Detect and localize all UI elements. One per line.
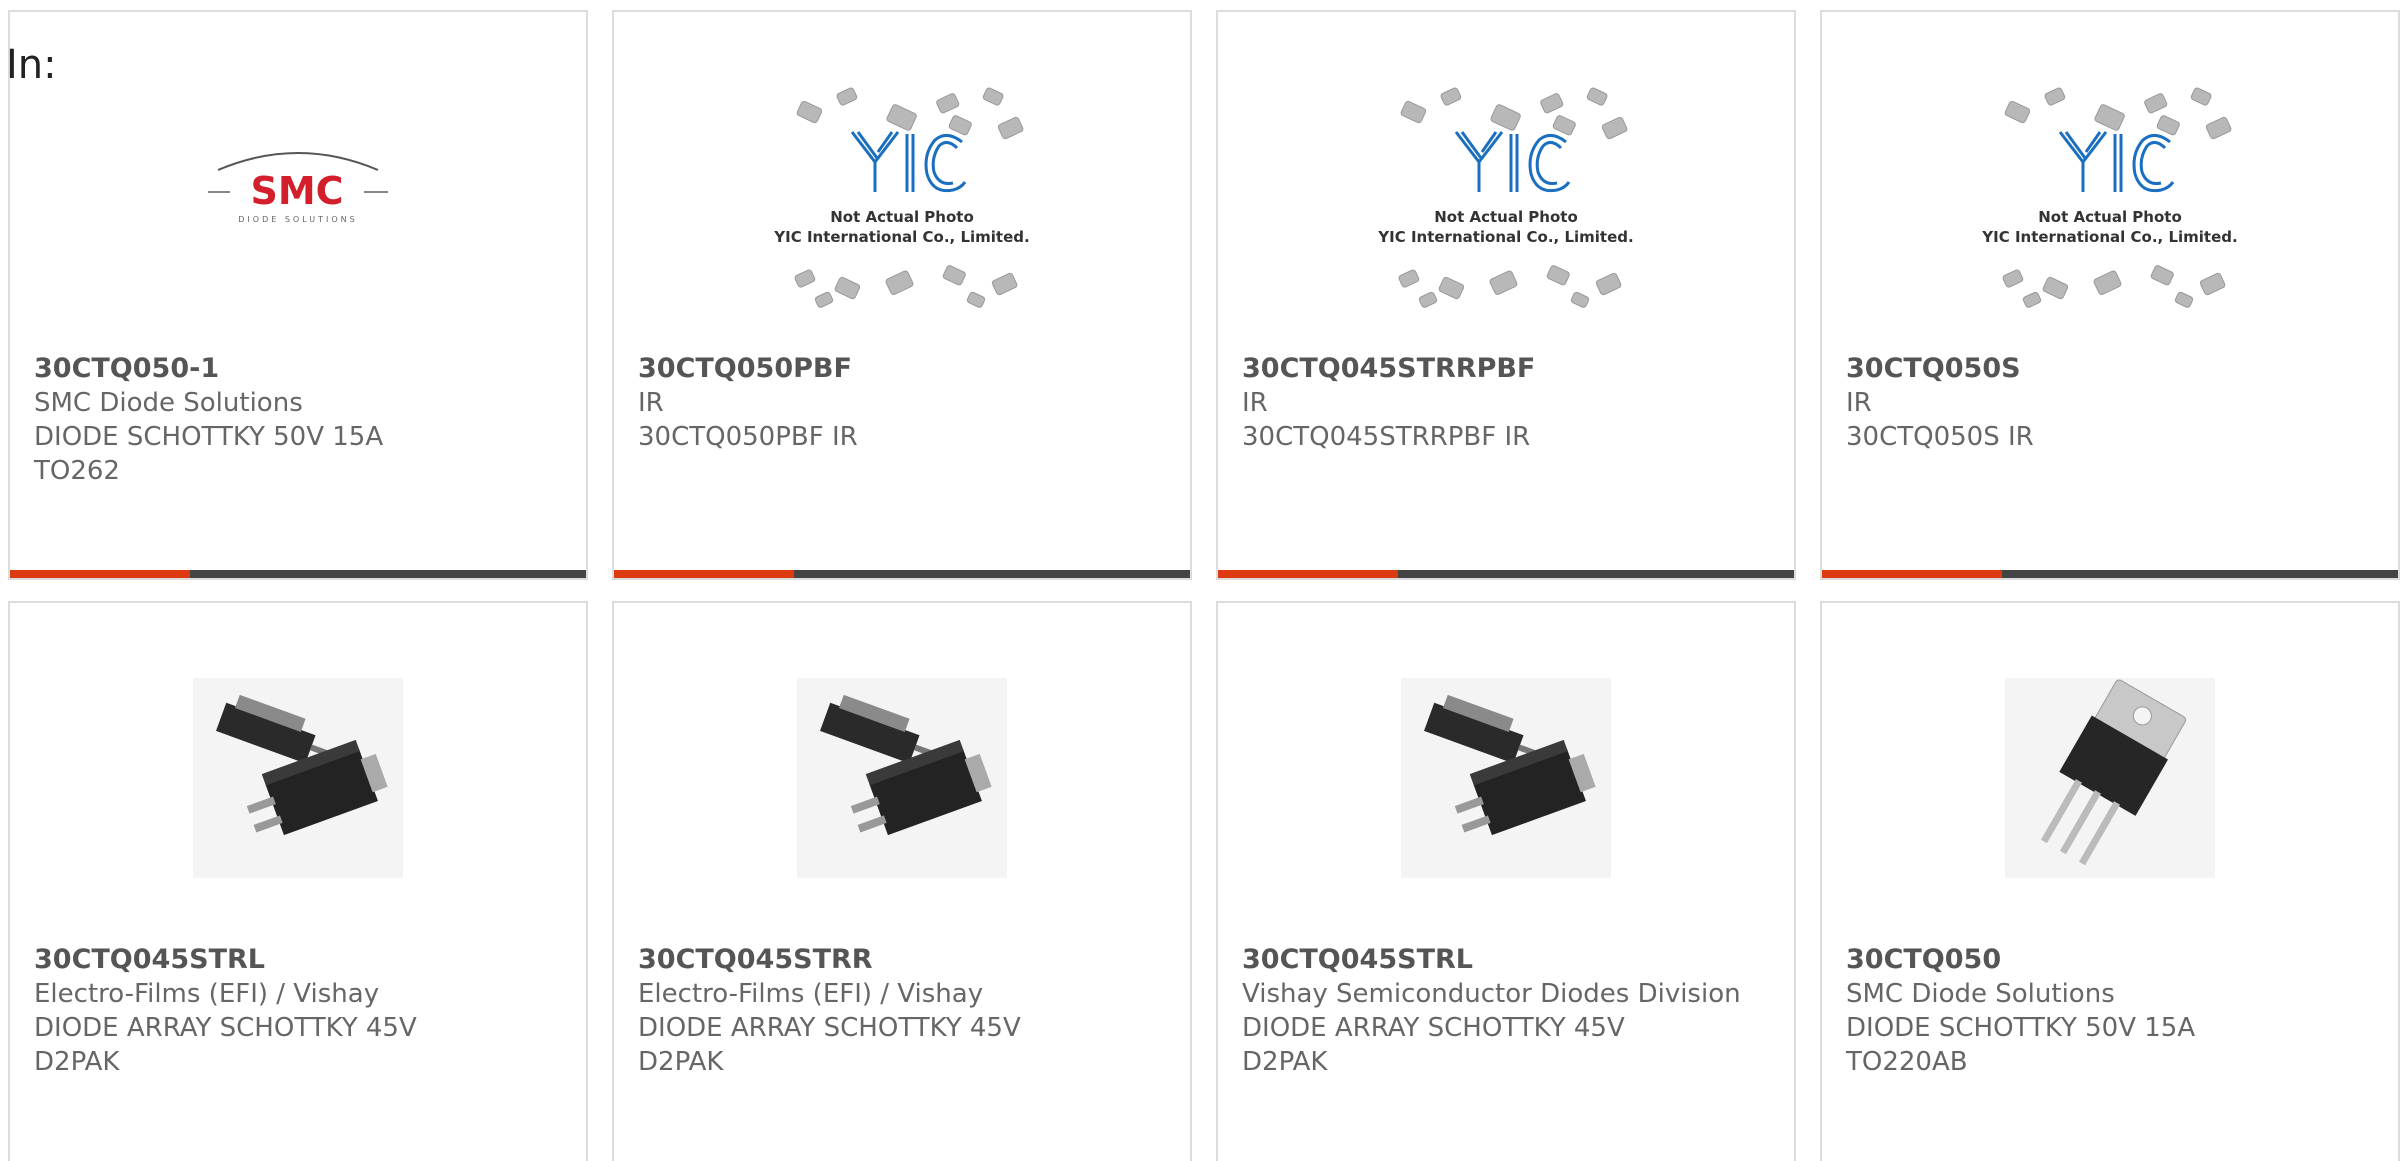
d2pak-package-photo [193,678,403,878]
manufacturer-name: Vishay Semiconductor Diodes Division [1242,979,1741,1009]
product-card[interactable]: 30CTQ050 SMC Diode Solutions DIODE SCHOT… [1820,601,2400,1161]
product-card[interactable]: Not Actual Photo YIC International Co., … [1820,10,2400,580]
smc-logo-icon: SMC DIODE SOLUTIONS [208,152,388,224]
card-accent-bar [614,570,1190,578]
product-card[interactable]: Not Actual Photo YIC International Co., … [1216,10,1796,580]
card-accent-bar [10,570,586,578]
svg-text:Not Actual Photo: Not Actual Photo [2038,208,2182,226]
card-accent-bar [1218,570,1794,578]
product-description: DIODE SCHOTTKY 50V 15A [1846,1013,2196,1043]
package-type: D2PAK [638,1047,724,1077]
not-actual-photo-placeholder-icon: Not Actual Photo YIC International Co., … [1377,87,1634,308]
svg-text:SMC: SMC [250,169,343,213]
svg-text:YIC International Co., Limited: YIC International Co., Limited. [773,228,1029,246]
product-info: 30CTQ045STRR Electro-Films (EFI) / Visha… [638,943,1170,1079]
product-info: 30CTQ050S IR 30CTQ050S IR [1846,352,2378,454]
product-card[interactable]: 30CTQ045STRL Vishay Semiconductor Diodes… [1216,601,1796,1161]
part-number-link[interactable]: 30CTQ050 [1846,943,2378,977]
card-accent-bar-dark [190,570,586,578]
svg-text:DIODE SOLUTIONS: DIODE SOLUTIONS [238,215,357,224]
card-accent-bar-red [1822,570,2002,578]
manufacturer-name: IR [1846,388,1872,418]
product-info: 30CTQ045STRRPBF IR 30CTQ045STRRPBF IR [1242,352,1774,454]
card-accent-bar-dark [2002,570,2398,578]
manufacturer-name: IR [1242,388,1268,418]
part-number-link[interactable]: 30CTQ050PBF [638,352,1170,386]
svg-text:YIC International Co., Limited: YIC International Co., Limited. [1981,228,2237,246]
card-accent-bar-dark [794,570,1190,578]
product-description: DIODE ARRAY SCHOTTKY 45V [638,1013,1021,1043]
product-description: 30CTQ045STRRPBF IR [1242,422,1531,452]
product-info: 30CTQ050-1 SMC Diode Solutions DIODE SCH… [34,352,566,488]
not-actual-photo-placeholder-icon: Not Actual Photo YIC International Co., … [1981,87,2238,308]
card-accent-bar-red [1218,570,1398,578]
package-type: D2PAK [34,1047,120,1077]
product-image[interactable]: SMC DIODE SOLUTIONS [10,72,586,302]
card-accent-bar-red [614,570,794,578]
product-description: 30CTQ050PBF IR [638,422,858,452]
product-card[interactable]: Not Actual Photo YIC International Co., … [612,10,1192,580]
part-number-link[interactable]: 30CTQ050-1 [34,352,566,386]
svg-text:YIC International Co., Limited: YIC International Co., Limited. [1377,228,1633,246]
product-info: 30CTQ050PBF IR 30CTQ050PBF IR [638,352,1170,454]
product-card[interactable]: 30CTQ045STRR Electro-Films (EFI) / Visha… [612,601,1192,1161]
package-type: D2PAK [1242,1047,1328,1077]
part-number-link[interactable]: 30CTQ045STRRPBF [1242,352,1774,386]
svg-text:Not Actual Photo: Not Actual Photo [830,208,974,226]
product-description: 30CTQ050S IR [1846,422,2034,452]
product-description: DIODE SCHOTTKY 50V 15A [34,422,384,452]
manufacturer-name: IR [638,388,664,418]
part-number-link[interactable]: 30CTQ045STRL [1242,943,1774,977]
product-info: 30CTQ045STRL Vishay Semiconductor Diodes… [1242,943,1774,1079]
card-accent-bar-dark [1398,570,1794,578]
product-image[interactable] [1218,663,1794,893]
product-image[interactable] [1822,663,2398,893]
card-accent-bar-red [10,570,190,578]
product-info: 30CTQ045STRL Electro-Films (EFI) / Visha… [34,943,566,1079]
manufacturer-name: SMC Diode Solutions [1846,979,2115,1009]
manufacturer-name: Electro-Films (EFI) / Vishay [638,979,984,1009]
product-grid: SMC DIODE SOLUTIONS 30CTQ050-1 SMC Diode… [0,0,2400,1161]
not-actual-photo-placeholder-icon: Not Actual Photo YIC International Co., … [773,87,1030,308]
d2pak-package-photo [797,678,1007,878]
part-number-link[interactable]: 30CTQ045STRL [34,943,566,977]
part-number-link[interactable]: 30CTQ050S [1846,352,2378,386]
svg-text:Not Actual Photo: Not Actual Photo [1434,208,1578,226]
product-card[interactable]: 30CTQ045STRL Electro-Films (EFI) / Visha… [8,601,588,1161]
product-image[interactable]: Not Actual Photo YIC International Co., … [614,72,1190,308]
manufacturer-name: Electro-Films (EFI) / Vishay [34,979,380,1009]
part-number-link[interactable]: 30CTQ045STRR [638,943,1170,977]
d2pak-package-photo [1401,678,1611,878]
product-info: 30CTQ050 SMC Diode Solutions DIODE SCHOT… [1846,943,2378,1079]
product-description: DIODE ARRAY SCHOTTKY 45V [1242,1013,1625,1043]
product-image[interactable]: Not Actual Photo YIC International Co., … [1822,72,2398,308]
manufacturer-name: SMC Diode Solutions [34,388,303,418]
product-card[interactable]: SMC DIODE SOLUTIONS 30CTQ050-1 SMC Diode… [8,10,588,580]
product-grid-page: In: SMC DIODE SOLUTIONS 30CTQ050-1 SMC D… [0,0,2400,1161]
product-description: DIODE ARRAY SCHOTTKY 45V [34,1013,417,1043]
product-image[interactable] [614,663,1190,893]
product-image[interactable]: Not Actual Photo YIC International Co., … [1218,72,1794,308]
product-image[interactable] [10,663,586,893]
package-type: TO262 [34,456,120,486]
package-type: TO220AB [1846,1047,1968,1077]
in-filter-label: In: [6,42,57,88]
to220-package-photo [2005,678,2215,878]
card-accent-bar [1822,570,2398,578]
